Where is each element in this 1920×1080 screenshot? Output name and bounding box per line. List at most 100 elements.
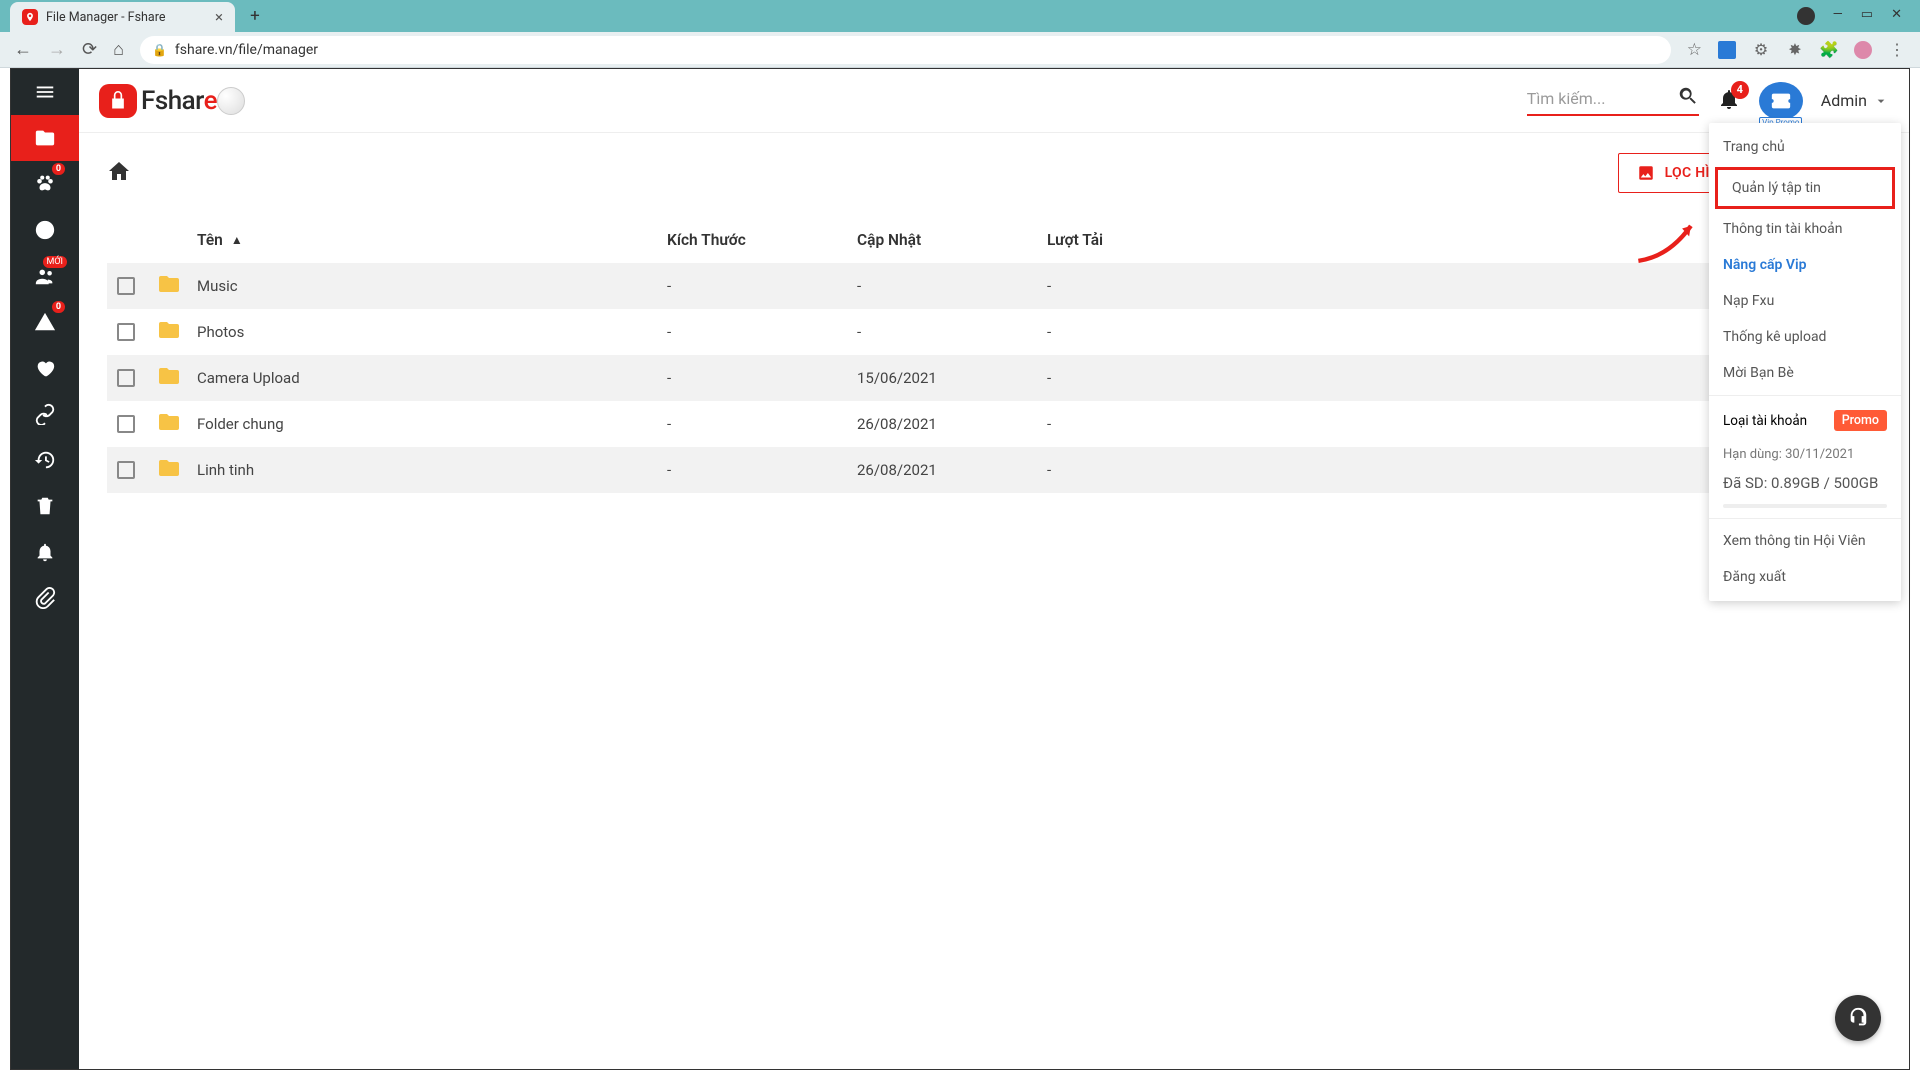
tab-favicon (22, 9, 38, 25)
sidebar-item-pets[interactable]: 0 (11, 161, 79, 207)
column-size[interactable]: Kích Thước (667, 231, 857, 249)
row-updated: 26/08/2021 (857, 415, 1047, 433)
folder-icon (157, 272, 197, 300)
dd-invite[interactable]: Mời Bạn Bè (1709, 355, 1901, 391)
folder-icon (157, 410, 197, 438)
tab-close-icon[interactable]: × (215, 8, 223, 26)
column-name[interactable]: Tên ▲ (197, 231, 667, 249)
bookmark-star-icon[interactable]: ☆ (1687, 40, 1702, 60)
table-row[interactable]: Linh tinh-26/08/2021- (107, 447, 1881, 493)
dd-account-info[interactable]: Thông tin tài khoản (1709, 211, 1901, 247)
dd-upload-stats[interactable]: Thống kê upload (1709, 319, 1901, 355)
browser-address-bar: ← → ⟳ ⌂ 🔒 fshare.vn/file/manager ☆ ⚙ ✸ 🧩… (0, 32, 1920, 68)
dd-upgrade-vip[interactable]: Nâng cấp Vip (1709, 247, 1901, 283)
table-row[interactable]: Music--- (107, 263, 1881, 309)
maximize-icon[interactable]: ▭ (1861, 7, 1873, 25)
logo[interactable]: Fshare (99, 84, 245, 118)
notifications-button[interactable]: 4 (1717, 87, 1741, 115)
profile-avatar-icon[interactable] (1854, 41, 1872, 59)
table-header: Tên ▲ Kích Thước Cập Nhật Lượt Tải (107, 217, 1881, 263)
promo-badge: Promo (1834, 410, 1887, 431)
row-name: Photos (197, 323, 667, 341)
storage-progress-bar (1723, 504, 1887, 508)
row-size: - (667, 369, 857, 387)
row-size: - (667, 277, 857, 295)
row-checkbox[interactable] (117, 415, 135, 433)
sidebar-item-trash[interactable] (11, 483, 79, 529)
sidebar-item-files[interactable] (11, 115, 79, 161)
support-fab[interactable] (1835, 995, 1881, 1041)
table-row[interactable]: Folder chung-26/08/2021- (107, 401, 1881, 447)
vip-badge[interactable]: Vip Promo (1759, 82, 1803, 120)
row-updated: - (857, 277, 1047, 295)
dd-expiry: Hạn dùng: 30/11/2021 (1709, 441, 1901, 468)
row-name: Linh tinh (197, 461, 667, 479)
folder-icon (157, 364, 197, 392)
row-checkbox[interactable] (117, 323, 135, 341)
sidebar-item-links[interactable] (11, 391, 79, 437)
user-name: Admin (1821, 91, 1867, 110)
row-checkbox[interactable] (117, 277, 135, 295)
profile-icon[interactable] (1797, 7, 1815, 25)
sidebar: 0 MỚI 0 (11, 69, 79, 1069)
reload-icon[interactable]: ⟳ (82, 39, 97, 60)
folder-icon (157, 456, 197, 484)
file-table: Tên ▲ Kích Thước Cập Nhật Lượt Tải Music… (107, 217, 1881, 493)
sidebar-item-shared[interactable]: MỚI (11, 253, 79, 299)
row-downloads: - (1047, 415, 1207, 433)
dd-topup[interactable]: Nạp Fxu (1709, 283, 1901, 319)
ext-icon-1[interactable] (1718, 41, 1736, 59)
window-controls: — ▭ ✕ (1779, 7, 1920, 25)
row-size: - (667, 461, 857, 479)
browser-titlebar: File Manager - Fshare × + — ▭ ✕ (0, 0, 1920, 32)
sidebar-item-favorites[interactable] (11, 345, 79, 391)
table-row[interactable]: Photos--- (107, 309, 1881, 355)
breadcrumb-home[interactable] (107, 159, 131, 187)
sidebar-item-warning[interactable]: 0 (11, 299, 79, 345)
logo-ball-icon (217, 87, 245, 115)
minimize-icon[interactable]: — (1833, 7, 1843, 25)
dd-storage-used: Đã SD: 0.89GB / 500GB (1709, 468, 1901, 498)
row-downloads: - (1047, 277, 1207, 295)
search-field[interactable] (1527, 85, 1699, 116)
sidebar-hamburger[interactable] (11, 69, 79, 115)
sidebar-badge: 0 (52, 301, 65, 313)
row-name: Camera Upload (197, 369, 667, 387)
dd-home[interactable]: Trang chủ (1709, 129, 1901, 165)
sidebar-badge: 0 (52, 163, 65, 175)
browser-tab[interactable]: File Manager - Fshare × (10, 2, 235, 32)
dd-manage-files[interactable]: Quản lý tập tin (1715, 167, 1895, 209)
sidebar-badge-new: MỚI (43, 256, 68, 268)
table-row[interactable]: Camera Upload-15/06/2021- (107, 355, 1881, 401)
user-dropdown: Trang chủ Quản lý tập tin Thông tin tài … (1709, 123, 1901, 601)
row-checkbox[interactable] (117, 461, 135, 479)
close-window-icon[interactable]: ✕ (1891, 7, 1902, 25)
main-content: Fshare 4 Vip Promo Admin (79, 69, 1909, 1069)
dd-logout[interactable]: Đăng xuất (1709, 559, 1901, 595)
row-updated: 26/08/2021 (857, 461, 1047, 479)
sidebar-item-history[interactable] (11, 437, 79, 483)
search-icon[interactable] (1677, 85, 1699, 112)
row-downloads: - (1047, 461, 1207, 479)
extensions-puzzle-icon[interactable]: 🧩 (1820, 41, 1838, 59)
logo-mark-icon (99, 84, 137, 118)
url-field[interactable]: 🔒 fshare.vn/file/manager (140, 36, 1671, 64)
sidebar-item-attachments[interactable] (11, 575, 79, 621)
column-updated[interactable]: Cập Nhật (857, 231, 1047, 249)
ext-icon-3[interactable]: ✸ (1786, 41, 1804, 59)
kebab-menu-icon[interactable]: ⋮ (1888, 41, 1906, 59)
user-menu-toggle[interactable]: Admin (1821, 91, 1889, 110)
url-text: fshare.vn/file/manager (175, 42, 318, 58)
search-input[interactable] (1527, 89, 1677, 108)
dd-account-type: Loại tài khoản Promo (1709, 400, 1901, 441)
sidebar-item-recent[interactable] (11, 207, 79, 253)
ext-icon-2[interactable]: ⚙ (1752, 41, 1770, 59)
row-checkbox[interactable] (117, 369, 135, 387)
home-icon[interactable]: ⌂ (113, 39, 124, 60)
row-name: Folder chung (197, 415, 667, 433)
back-icon[interactable]: ← (14, 39, 32, 60)
column-downloads[interactable]: Lượt Tải (1047, 231, 1207, 249)
sidebar-item-notifications[interactable] (11, 529, 79, 575)
new-tab-button[interactable]: + (241, 2, 269, 30)
dd-member-info[interactable]: Xem thông tin Hội Viên (1709, 523, 1901, 559)
